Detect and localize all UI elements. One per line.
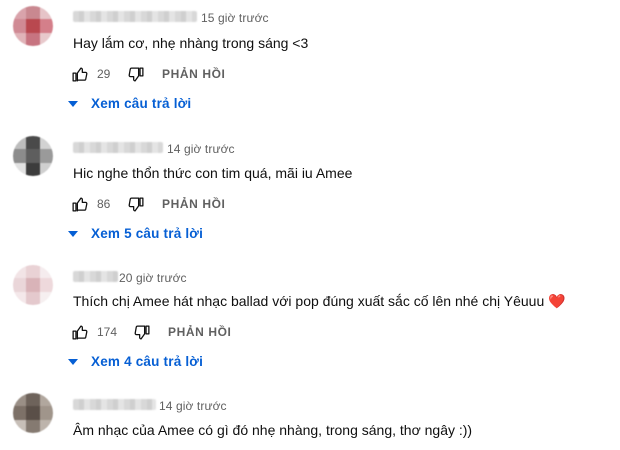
thumbs-down-icon[interactable] [133,323,151,341]
comment-timestamp[interactable]: 20 giờ trước [119,271,187,285]
author-name-blurred[interactable] [73,11,197,22]
thumbs-down-icon[interactable] [127,65,145,83]
caret-down-icon [68,358,78,365]
comment-text: Hic nghe thổn thức con tim quá, mãi iu A… [73,165,353,181]
view-replies-button[interactable]: Xem 5 câu trả lời [68,226,203,241]
comment-text: Thích chị Amee hát nhạc ballad với pop đ… [73,293,566,310]
view-replies-button[interactable]: Xem câu trả lời [68,96,191,111]
view-replies-label: Xem 5 câu trả lời [91,226,204,241]
view-replies-label: Xem 4 câu trả lời [91,354,204,369]
heart-emoji: ❤️ [548,293,566,309]
thumbs-up-icon[interactable] [70,65,88,83]
avatar[interactable] [13,265,53,305]
like-count: 86 [97,197,111,211]
view-replies-label: Xem câu trả lời [91,96,192,111]
comment-timestamp[interactable]: 15 giờ trước [201,11,269,25]
comment-actions: 29 PHẢN HỒI [70,63,225,85]
reply-button[interactable]: PHẢN HỒI [168,325,231,339]
thumbs-up-icon[interactable] [70,195,88,213]
comment-actions: 86 PHẢN HỒI [70,193,225,215]
author-name-blurred[interactable] [73,271,118,282]
avatar[interactable] [13,6,53,46]
comment-timestamp[interactable]: 14 giờ trước [167,142,235,156]
thumbs-down-icon[interactable] [127,195,145,213]
caret-down-icon [68,230,78,237]
comment-text-body: Thích chị Amee hát nhạc ballad với pop đ… [73,293,545,309]
comment-text: Âm nhạc của Amee có gì đó nhẹ nhàng, tro… [73,422,473,438]
comment-actions: 174 PHẢN HỒI [70,321,231,343]
reply-button[interactable]: PHẢN HỒI [162,67,225,81]
author-name-blurred[interactable] [73,399,156,410]
view-replies-button[interactable]: Xem 4 câu trả lời [68,354,203,369]
avatar[interactable] [13,393,53,433]
like-count: 174 [97,325,118,339]
reply-button[interactable]: PHẢN HỒI [162,197,225,211]
like-count: 29 [97,67,111,81]
caret-down-icon [68,100,78,107]
author-name-blurred[interactable] [73,142,163,153]
comment-text: Hay lắm cơ, nhẹ nhàng trong sáng <3 [73,35,309,51]
thumbs-up-icon[interactable] [70,323,88,341]
avatar[interactable] [13,136,53,176]
comment-timestamp[interactable]: 14 giờ trước [159,399,227,413]
